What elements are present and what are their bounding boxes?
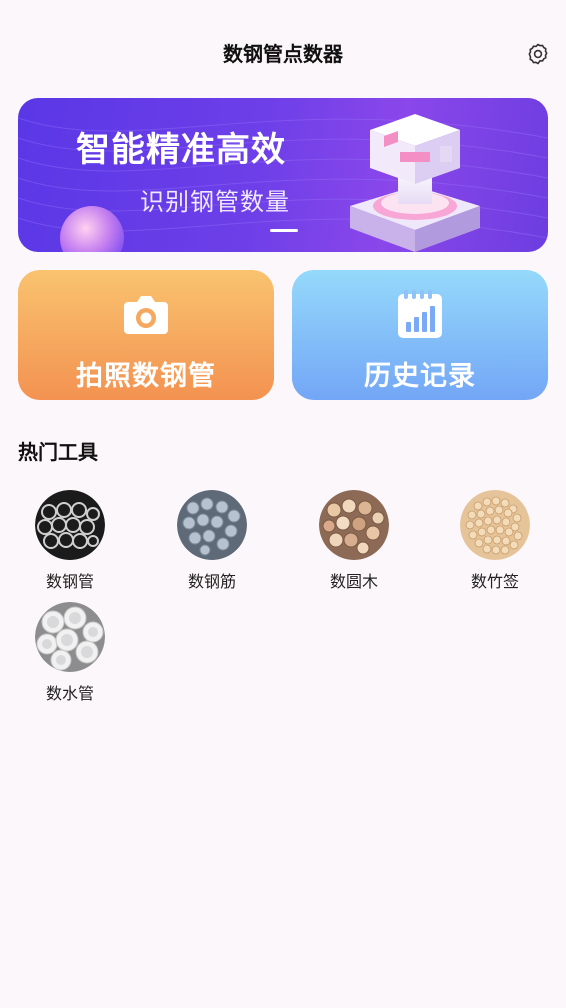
tool-count-bamboo-stick[interactable]: 数竹签	[445, 490, 545, 592]
log-icon	[319, 490, 389, 560]
tool-label: 数水管	[45, 684, 94, 703]
water-pipe-icon	[35, 602, 105, 672]
tool-label: 数竹签	[470, 572, 519, 591]
tool-count-water-pipe[interactable]: 数水管	[20, 602, 120, 704]
steel-pipe-icon	[35, 490, 105, 560]
photo-count-button[interactable]: 拍照数钢管	[18, 270, 274, 400]
history-label: 历史记录	[364, 361, 476, 392]
tool-label: 数钢管	[45, 572, 94, 591]
banner-indicator	[270, 229, 298, 232]
tool-count-rebar[interactable]: 数钢筋	[162, 490, 262, 592]
tool-count-log[interactable]: 数圆木	[304, 490, 404, 592]
banner-headline: 智能精准高效	[76, 130, 286, 170]
history-button[interactable]: 历史记录	[292, 270, 548, 400]
banner-subtitle: 识别钢管数量	[140, 188, 290, 216]
settings-button[interactable]	[526, 42, 550, 66]
calendar-chart-icon	[398, 290, 442, 338]
gear-icon	[528, 43, 548, 65]
status-bar	[0, 0, 566, 24]
tool-label: 数钢筋	[187, 572, 236, 591]
hot-tools-title: 热门工具	[18, 440, 98, 464]
tool-count-steel-pipe[interactable]: 数钢管	[20, 490, 120, 592]
camera-icon	[124, 296, 168, 334]
bamboo-stick-icon	[460, 490, 530, 560]
promo-banner[interactable]: 智能精准高效 识别钢管数量	[18, 98, 548, 252]
rebar-icon	[177, 490, 247, 560]
app-page: 数钢管点数器 智能精准高效 识别钢管数量 拍照数钢管 历史记录 热门工具 数钢管…	[0, 0, 566, 1008]
tool-label: 数圆木	[329, 572, 378, 591]
page-title: 数钢管点数器	[223, 42, 343, 66]
scanner-machine-illustration	[350, 114, 480, 252]
photo-count-label: 拍照数钢管	[76, 361, 216, 392]
